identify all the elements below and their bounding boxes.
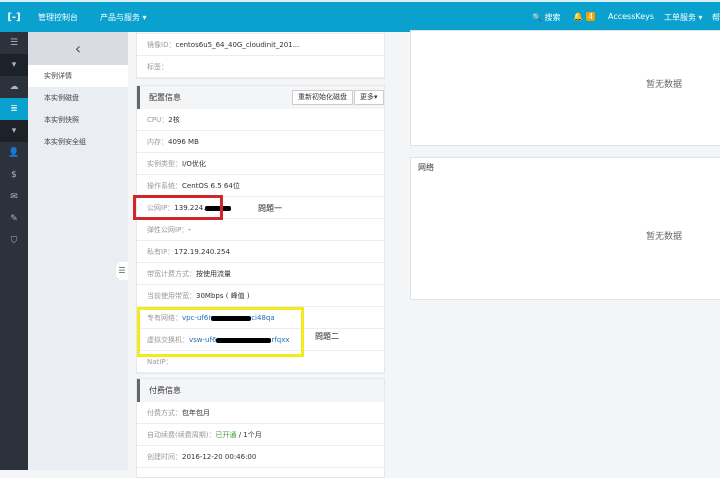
bandwidth-row: 当前使用带宽：30Mbps ( 峰值 ) xyxy=(137,285,384,307)
os-row: 操作系统：CentOS 6.5 64位 xyxy=(137,175,384,197)
no-data-text: 暂无数据 xyxy=(646,80,683,90)
config-title: 配置信息 xyxy=(149,93,181,102)
menu-icon[interactable]: ☰ xyxy=(0,32,28,54)
caret-down-icon[interactable]: ▾ xyxy=(0,120,28,142)
shield-icon[interactable]: ⛉ xyxy=(0,230,28,252)
mail-icon[interactable]: ✉ xyxy=(0,186,28,208)
server-icon[interactable]: ≣ xyxy=(0,98,28,120)
notification-badge: 4 xyxy=(586,12,596,21)
basic-info-panel: 镜像ID：centos6u5_64_40G_cloudinit_201... 标… xyxy=(136,32,385,79)
network-panel: 网络 暂无数据 xyxy=(410,157,720,300)
tag-row: 标签： xyxy=(137,56,384,78)
eip-row: 弹性公网IP：- xyxy=(137,219,384,241)
billing-method-row: 带宽计费方式：按使用流量 xyxy=(137,263,384,285)
submenu-item-snapshots[interactable]: 本实例快照 xyxy=(28,109,128,131)
help-menu[interactable]: 帮 xyxy=(712,12,720,23)
created-row: 创建时间：2016-12-20 00:46:00 xyxy=(137,446,384,468)
image-id-row: 镜像ID：centos6u5_64_40G_cloudinit_201... xyxy=(137,34,384,56)
cpu-row: CPU：2核 xyxy=(137,109,384,131)
caret-down-icon[interactable]: ▾ xyxy=(0,54,28,76)
back-button[interactable]: ‹ xyxy=(28,32,128,65)
memory-row: 内存：4096 MB xyxy=(137,131,384,153)
monitor-panel: 暂无数据 xyxy=(410,30,720,146)
submenu-item-security-groups[interactable]: 本实例安全组 xyxy=(28,131,128,153)
billing-panel: 付费信息 付费方式：包年包月 自动续费(续费周期)：已开通 / 1个月 创建时间… xyxy=(136,378,385,478)
pencil-icon[interactable]: ✎ xyxy=(0,208,28,230)
instance-submenu: ‹ 实例详情 本实例磁盘 本实例快照 本实例安全组 xyxy=(28,32,128,470)
reinit-disk-button[interactable]: 重新初始化磁盘 xyxy=(292,90,353,105)
user-icon[interactable]: 👤 xyxy=(0,142,28,164)
billing-title: 付费信息 xyxy=(137,379,384,402)
annotation-q2: 問題二 xyxy=(315,332,339,341)
dollar-icon[interactable]: $ xyxy=(0,164,28,186)
annotation-q1: 問題一 xyxy=(258,204,282,213)
collapse-toggle[interactable]: ☰ xyxy=(116,262,128,280)
network-title: 网络 xyxy=(418,163,434,172)
products-menu[interactable]: 产品与服务 ▾ xyxy=(100,12,147,23)
annotation-yellow-box xyxy=(137,307,304,357)
search-button[interactable]: 🔍 搜索 xyxy=(532,12,561,23)
auto-renew-link[interactable]: 已开通 xyxy=(215,431,236,439)
console-link[interactable]: 管理控制台 xyxy=(38,12,78,23)
cloud-icon[interactable]: ☁ xyxy=(0,76,28,98)
annotation-red-box xyxy=(133,195,223,220)
instance-type-row: 实例类型：I/O优化 xyxy=(137,153,384,175)
private-ip-row: 私有IP：172.19.240.254 xyxy=(137,241,384,263)
bell-icon[interactable]: 🔔 xyxy=(573,12,583,21)
tickets-menu[interactable]: 工单服务 ▾ xyxy=(664,12,703,23)
auto-renew-row: 自动续费(续费周期)：已开通 / 1个月 xyxy=(137,424,384,446)
payment-row: 付费方式：包年包月 xyxy=(137,402,384,424)
more-button[interactable]: 更多▾ xyxy=(354,90,384,105)
submenu-item-details[interactable]: 实例详情 xyxy=(28,65,128,87)
top-bar: [-] 管理控制台 产品与服务 ▾ 🔍 搜索 🔔 4 AccessKeys 工单… xyxy=(0,0,720,32)
icon-rail: ☰ ▾ ☁ ≣ ▾ 👤 $ ✉ ✎ ⛉ xyxy=(0,32,28,470)
accesskeys-link[interactable]: AccessKeys xyxy=(608,12,654,21)
logo-icon[interactable]: [-] xyxy=(0,2,28,32)
no-data-text: 暂无数据 xyxy=(646,232,683,242)
submenu-item-disks[interactable]: 本实例磁盘 xyxy=(28,87,128,109)
